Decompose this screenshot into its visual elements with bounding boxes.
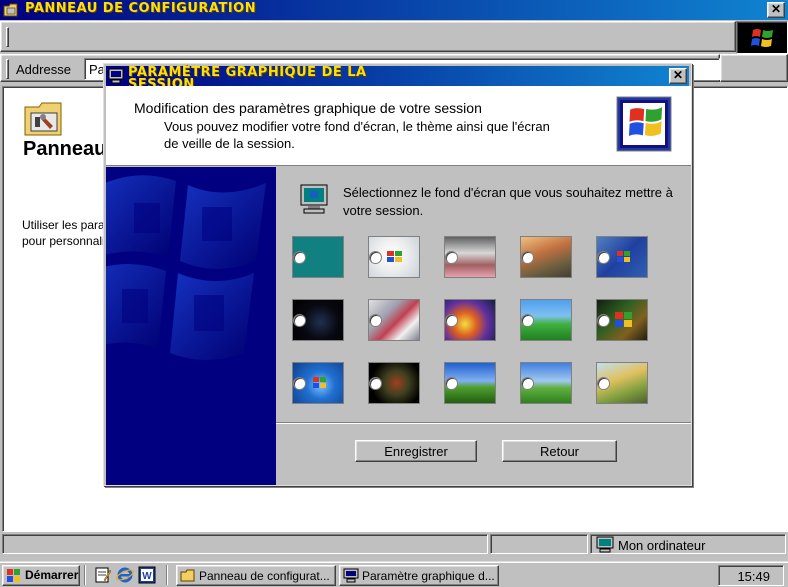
graphics-settings-dialog: PARAMÈTRE GRAPHIQUE DE LA SESSION ✕ Modi… — [103, 63, 692, 486]
wallpaper-thumb-bliss-figure[interactable] — [444, 362, 496, 404]
task-button-graphics-settings[interactable]: Paramètre graphique d... — [339, 565, 499, 586]
wallpaper-radio[interactable] — [521, 251, 534, 264]
body-separator — [276, 422, 691, 424]
task-button-control-panel[interactable]: Panneau de configurat... — [176, 565, 336, 586]
status-computer-label: Mon ordinateur — [618, 538, 706, 553]
taskbar-separator — [166, 565, 168, 585]
notepad-icon[interactable] — [94, 566, 112, 584]
wallpaper-radio[interactable] — [521, 377, 534, 390]
wallpaper-radio[interactable] — [445, 377, 458, 390]
wallpaper-radio[interactable] — [445, 251, 458, 264]
windows-logo-icon — [387, 251, 402, 262]
wallpaper-thumb-windows-logo-white[interactable] — [368, 236, 420, 278]
wallpaper-radio[interactable] — [597, 314, 610, 327]
wallpaper-thumb-windows-flag-dark[interactable] — [596, 299, 648, 341]
dialog-header-title: Modification des paramètres graphique de… — [134, 100, 482, 116]
save-button[interactable]: Enregistrer — [355, 440, 477, 462]
menu-bar — [0, 21, 736, 52]
taskbar-separator — [84, 565, 86, 585]
folder-icon — [180, 569, 195, 582]
wallpaper-thumb-building[interactable] — [444, 236, 496, 278]
wallpaper-thumb-colorful-abstract[interactable] — [444, 299, 496, 341]
dialog-header-subtitle: Vous pouvez modifier votre fond d'écran,… — [164, 119, 550, 151]
wallpaper-thumb-cartoon-characters[interactable] — [596, 362, 648, 404]
wallpaper-radio[interactable] — [293, 377, 306, 390]
system-tray: 15:49 — [718, 565, 784, 586]
wallpaper-radio[interactable] — [293, 314, 306, 327]
wallpaper-radio[interactable] — [369, 314, 382, 327]
address-grip[interactable] — [6, 59, 9, 79]
main-close-button[interactable]: ✕ — [767, 2, 785, 18]
windows-logo-icon — [615, 312, 632, 327]
toolbar-grip[interactable] — [6, 27, 9, 47]
status-bar: Mon ordinateur — [0, 534, 788, 556]
dialog-side-banner — [106, 167, 276, 485]
main-window-title: PANNEAU DE CONFIGURATION — [25, 1, 257, 16]
computer-icon — [596, 536, 614, 553]
wallpaper-thumb-dark-masks[interactable] — [368, 362, 420, 404]
windows-throbber — [736, 21, 788, 54]
control-panel-folder-icon — [24, 102, 62, 136]
wallpaper-thumb-green-hills-tree[interactable] — [520, 299, 572, 341]
monitor-icon — [300, 184, 328, 214]
wallpaper-thumb-city-abstract[interactable] — [368, 299, 420, 341]
wallpaper-thumb-teal[interactable] — [292, 236, 344, 278]
wallpaper-thumb-windows-flag-blue[interactable] — [596, 236, 648, 278]
wallpaper-radio[interactable] — [597, 251, 610, 264]
address-label: Addresse — [16, 62, 71, 77]
dialog-instruction: Sélectionnez le fond d'écran que vous so… — [343, 185, 673, 218]
dialog-titlebar[interactable]: PARAMÈTRE GRAPHIQUE DE LA SESSION ✕ — [106, 66, 689, 91]
svg-text:W: W — [142, 571, 152, 582]
wallpaper-thumb-autumn-valley[interactable] — [520, 236, 572, 278]
internet-explorer-icon[interactable] — [116, 566, 134, 584]
back-button[interactable]: Retour — [502, 440, 617, 462]
status-cell-zone: Mon ordinateur — [590, 534, 786, 554]
wallpaper-radio[interactable] — [597, 377, 610, 390]
windows-logo-icon — [617, 251, 630, 262]
task-label: Panneau de configurat... — [199, 569, 330, 583]
wallpaper-radio[interactable] — [293, 251, 306, 264]
word-icon[interactable]: W — [138, 566, 156, 584]
clock[interactable]: 15:49 — [737, 569, 770, 584]
wallpaper-radio[interactable] — [369, 251, 382, 264]
dialog-header: Modification des paramètres graphique de… — [106, 86, 691, 166]
task-label: Paramètre graphique d... — [362, 569, 495, 583]
dialog-close-button[interactable]: ✕ — [669, 68, 687, 84]
wallpaper-radio[interactable] — [521, 314, 534, 327]
windows-logo-icon — [751, 29, 773, 47]
windows-watermark-icon — [106, 167, 276, 485]
wallpaper-thumb-bliss-bird[interactable] — [520, 362, 572, 404]
main-titlebar[interactable]: PANNEAU DE CONFIGURATION ✕ — [0, 0, 788, 20]
wallpaper-radio[interactable] — [445, 314, 458, 327]
taskbar: Démarrer W Panneau de configurat... Para… — [0, 561, 788, 587]
start-button[interactable]: Démarrer — [2, 565, 80, 586]
folder-icon — [3, 3, 18, 17]
status-cell-main — [2, 534, 488, 554]
wallpaper-thumb-windows7-blue[interactable] — [292, 362, 344, 404]
start-label: Démarrer — [25, 568, 79, 582]
windows-flag-icon — [616, 96, 672, 152]
status-cell-secondary — [490, 534, 588, 554]
wallpaper-thumb-windows-dark[interactable] — [292, 299, 344, 341]
address-bar-filler — [720, 54, 788, 82]
display-icon — [108, 68, 124, 84]
wallpaper-radio[interactable] — [369, 377, 382, 390]
display-icon — [343, 568, 359, 583]
windows-logo-icon — [313, 377, 326, 388]
windows-logo-icon — [7, 569, 20, 582]
dialog-body: Sélectionnez le fond d'écran que vous so… — [276, 167, 691, 485]
